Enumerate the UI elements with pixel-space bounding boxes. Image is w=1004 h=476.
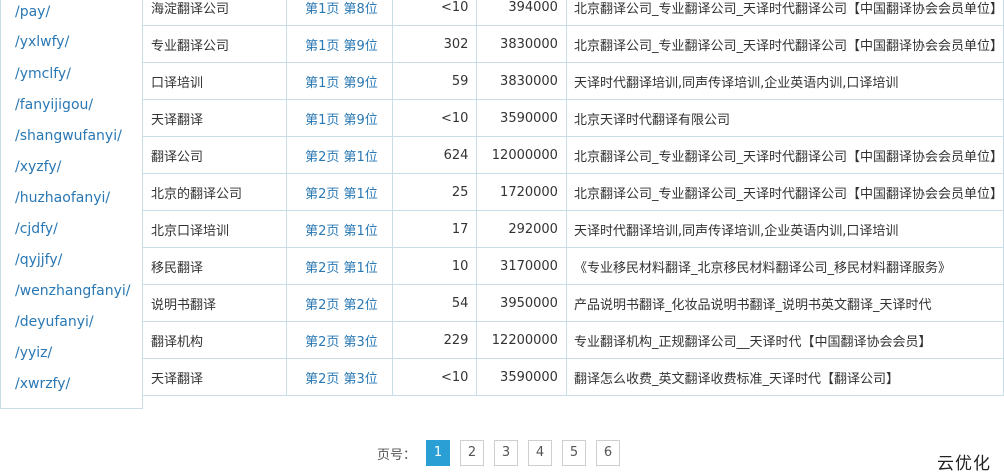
path-link[interactable]: /fanyijigou/ [15,96,93,114]
rank-cell: 第1页 第9位 [286,62,393,100]
rank-cell: 第1页 第9位 [286,99,393,137]
rank-cell: 第2页 第1位 [286,173,393,211]
path-link[interactable]: /wenzhangfanyi/ [15,282,131,300]
rank-cell: 第2页 第2位 [286,284,393,322]
rank-cell: 第1页 第9位 [286,25,393,63]
rank-cell: 第2页 第3位 [286,321,393,359]
path-link[interactable]: /pay/ [15,3,50,21]
keyword-cell[interactable]: 说明书翻译 [141,284,288,322]
path-link[interactable]: /cjdfy/ [15,220,58,238]
page-title-cell[interactable]: 翻译怎么收费_英文翻译收费标准_天译时代【翻译公司】 [565,358,1004,396]
table-row: 天译翻译 第1页 第9位 <10 3590000 北京天译时代翻译有限公司 [141,99,1004,137]
page-title-cell[interactable]: 《专业移民材料翻译_北京移民材料翻译公司_移民材料翻译服务》 [565,247,1004,285]
result-count-cell: 3170000 [476,247,567,285]
path-link[interactable]: /huzhaofanyi/ [15,189,110,207]
table-row: 口译培训 第1页 第9位 59 3830000 天译时代翻译培训,同声传译培训,企业英语… [141,62,1004,100]
page-title-cell[interactable]: 北京翻译公司_专业翻译公司_天译时代翻译公司【中国翻译协会会员单位】 [565,0,1004,26]
page-button-3[interactable]: 3 [494,440,519,466]
keyword-cell[interactable]: 移民翻译 [141,247,288,285]
rank-cell: 第2页 第1位 [286,210,393,248]
rank-cell: 第2页 第1位 [286,247,393,285]
pagination: 页号： 123456 [377,439,630,467]
keyword-cell[interactable]: 海淀翻译公司 [141,0,288,26]
page-title-cell[interactable]: 天译时代翻译培训,同声传译培训,企业英语内训,口译培训 [565,210,1004,248]
index-cell: <10 [391,358,478,396]
path-link[interactable]: /xwrzfy/ [15,375,70,393]
result-count-cell: 3950000 [476,284,567,322]
table-row: 移民翻译 第2页 第1位 10 3170000 《专业移民材料翻译_北京移民材料翻译公司… [141,247,1004,285]
index-cell: 302 [391,25,478,63]
path-link[interactable]: /yxlwfy/ [15,33,69,51]
keyword-cell[interactable]: 北京的翻译公司 [141,173,288,211]
result-count-cell: 3830000 [476,62,567,100]
page-button-6[interactable]: 6 [596,440,621,466]
result-count-cell: 3830000 [476,25,567,63]
result-count-cell: 12200000 [476,321,567,359]
path-link[interactable]: /shangwufanyi/ [15,127,122,145]
table-row: 海淀翻译公司 第1页 第8位 <10 394000 北京翻译公司_专业翻译公司_天译时代… [141,0,1004,26]
index-cell: 54 [391,284,478,322]
pagination-pages: 123456 [426,440,630,466]
page-button-2[interactable]: 2 [460,440,485,466]
keyword-cell[interactable]: 天译翻译 [141,358,288,396]
keyword-cell[interactable]: 天译翻译 [141,99,288,137]
result-count-cell: 394000 [476,0,567,26]
rank-cell: 第1页 第8位 [286,0,393,26]
index-cell: <10 [391,0,478,26]
result-count-cell: 12000000 [476,136,567,174]
page-title-cell[interactable]: 天译时代翻译培训,同声传译培训,企业英语内训,口译培训 [565,62,1004,100]
keyword-ranking-panel: /pay/ /yxlwfy/ /ymclfy/ /fanyijigou/ /shangw… [0,0,1004,410]
page-button-1[interactable]: 1 [426,440,451,466]
rank-cell: 第2页 第3位 [286,358,393,396]
index-cell: 10 [391,247,478,285]
index-cell: 25 [391,173,478,211]
page-title-cell[interactable]: 产品说明书翻译_化妆品说明书翻译_说明书英文翻译_天译时代 [565,284,1004,322]
page-title-cell[interactable]: 北京天译时代翻译有限公司 [565,99,1004,137]
path-link[interactable]: /yyiz/ [15,344,52,362]
page-button-4[interactable]: 4 [528,440,553,466]
keyword-cell[interactable]: 北京口译培训 [141,210,288,248]
keyword-cell[interactable]: 翻译机构 [141,321,288,359]
keyword-cell[interactable]: 口译培训 [141,62,288,100]
path-link[interactable]: /xyzfy/ [15,158,61,176]
table-row: 翻译机构 第2页 第3位 229 12200000 专业翻译机构_正规翻译公司__天译时… [141,321,1004,359]
table-row: 天译翻译 第2页 第3位 <10 3590000 翻译怎么收费_英文翻译收费标准_天译时… [141,358,1004,396]
page-button-5[interactable]: 5 [562,440,587,466]
result-count-cell: 1720000 [476,173,567,211]
page-title-cell[interactable]: 北京翻译公司_专业翻译公司_天译时代翻译公司【中国翻译协会会员单位】 [565,136,1004,174]
path-link[interactable]: /deyufanyi/ [15,313,94,331]
table-row: 专业翻译公司 第1页 第9位 302 3830000 北京翻译公司_专业翻译公司_天译时… [141,25,1004,63]
table-row: 说明书翻译 第2页 第2位 54 3950000 产品说明书翻译_化妆品说明书翻译_说明… [141,284,1004,322]
keyword-ranking-table: 海淀翻译公司 第1页 第8位 <10 394000 北京翻译公司_专业翻译公司_天译时代… [141,0,1004,396]
page-title-cell[interactable]: 北京翻译公司_专业翻译公司_天译时代翻译公司【中国翻译协会会员单位】 [565,25,1004,63]
table-row: 北京口译培训 第2页 第1位 17 292000 天译时代翻译培训,同声传译培训,企业英… [141,210,1004,248]
path-link[interactable]: /ymclfy/ [15,65,71,83]
index-cell: 229 [391,321,478,359]
page-title-cell[interactable]: 北京翻译公司_专业翻译公司_天译时代翻译公司【中国翻译协会会员单位】 [565,173,1004,211]
index-cell: 624 [391,136,478,174]
index-cell: 17 [391,210,478,248]
result-count-cell: 292000 [476,210,567,248]
table-row: 北京的翻译公司 第2页 第1位 25 1720000 北京翻译公司_专业翻译公司_天译时… [141,173,1004,211]
pagination-label: 页号： [377,447,417,463]
keyword-cell[interactable]: 翻译公司 [141,136,288,174]
index-cell: 59 [391,62,478,100]
keyword-cell[interactable]: 专业翻译公司 [141,25,288,63]
table-row: 翻译公司 第2页 第1位 624 12000000 北京翻译公司_专业翻译公司_天译时代… [141,136,1004,174]
result-count-cell: 3590000 [476,358,567,396]
page-title-cell[interactable]: 专业翻译机构_正规翻译公司__天译时代【中国翻译协会会员】 [565,321,1004,359]
url-path-list: /pay/ /yxlwfy/ /ymclfy/ /fanyijigou/ /shangw… [0,0,143,409]
index-cell: <10 [391,99,478,137]
brand-watermark: 云优化 [937,454,991,474]
rank-cell: 第2页 第1位 [286,136,393,174]
path-link[interactable]: /qyjjfy/ [15,251,62,269]
result-count-cell: 3590000 [476,99,567,137]
